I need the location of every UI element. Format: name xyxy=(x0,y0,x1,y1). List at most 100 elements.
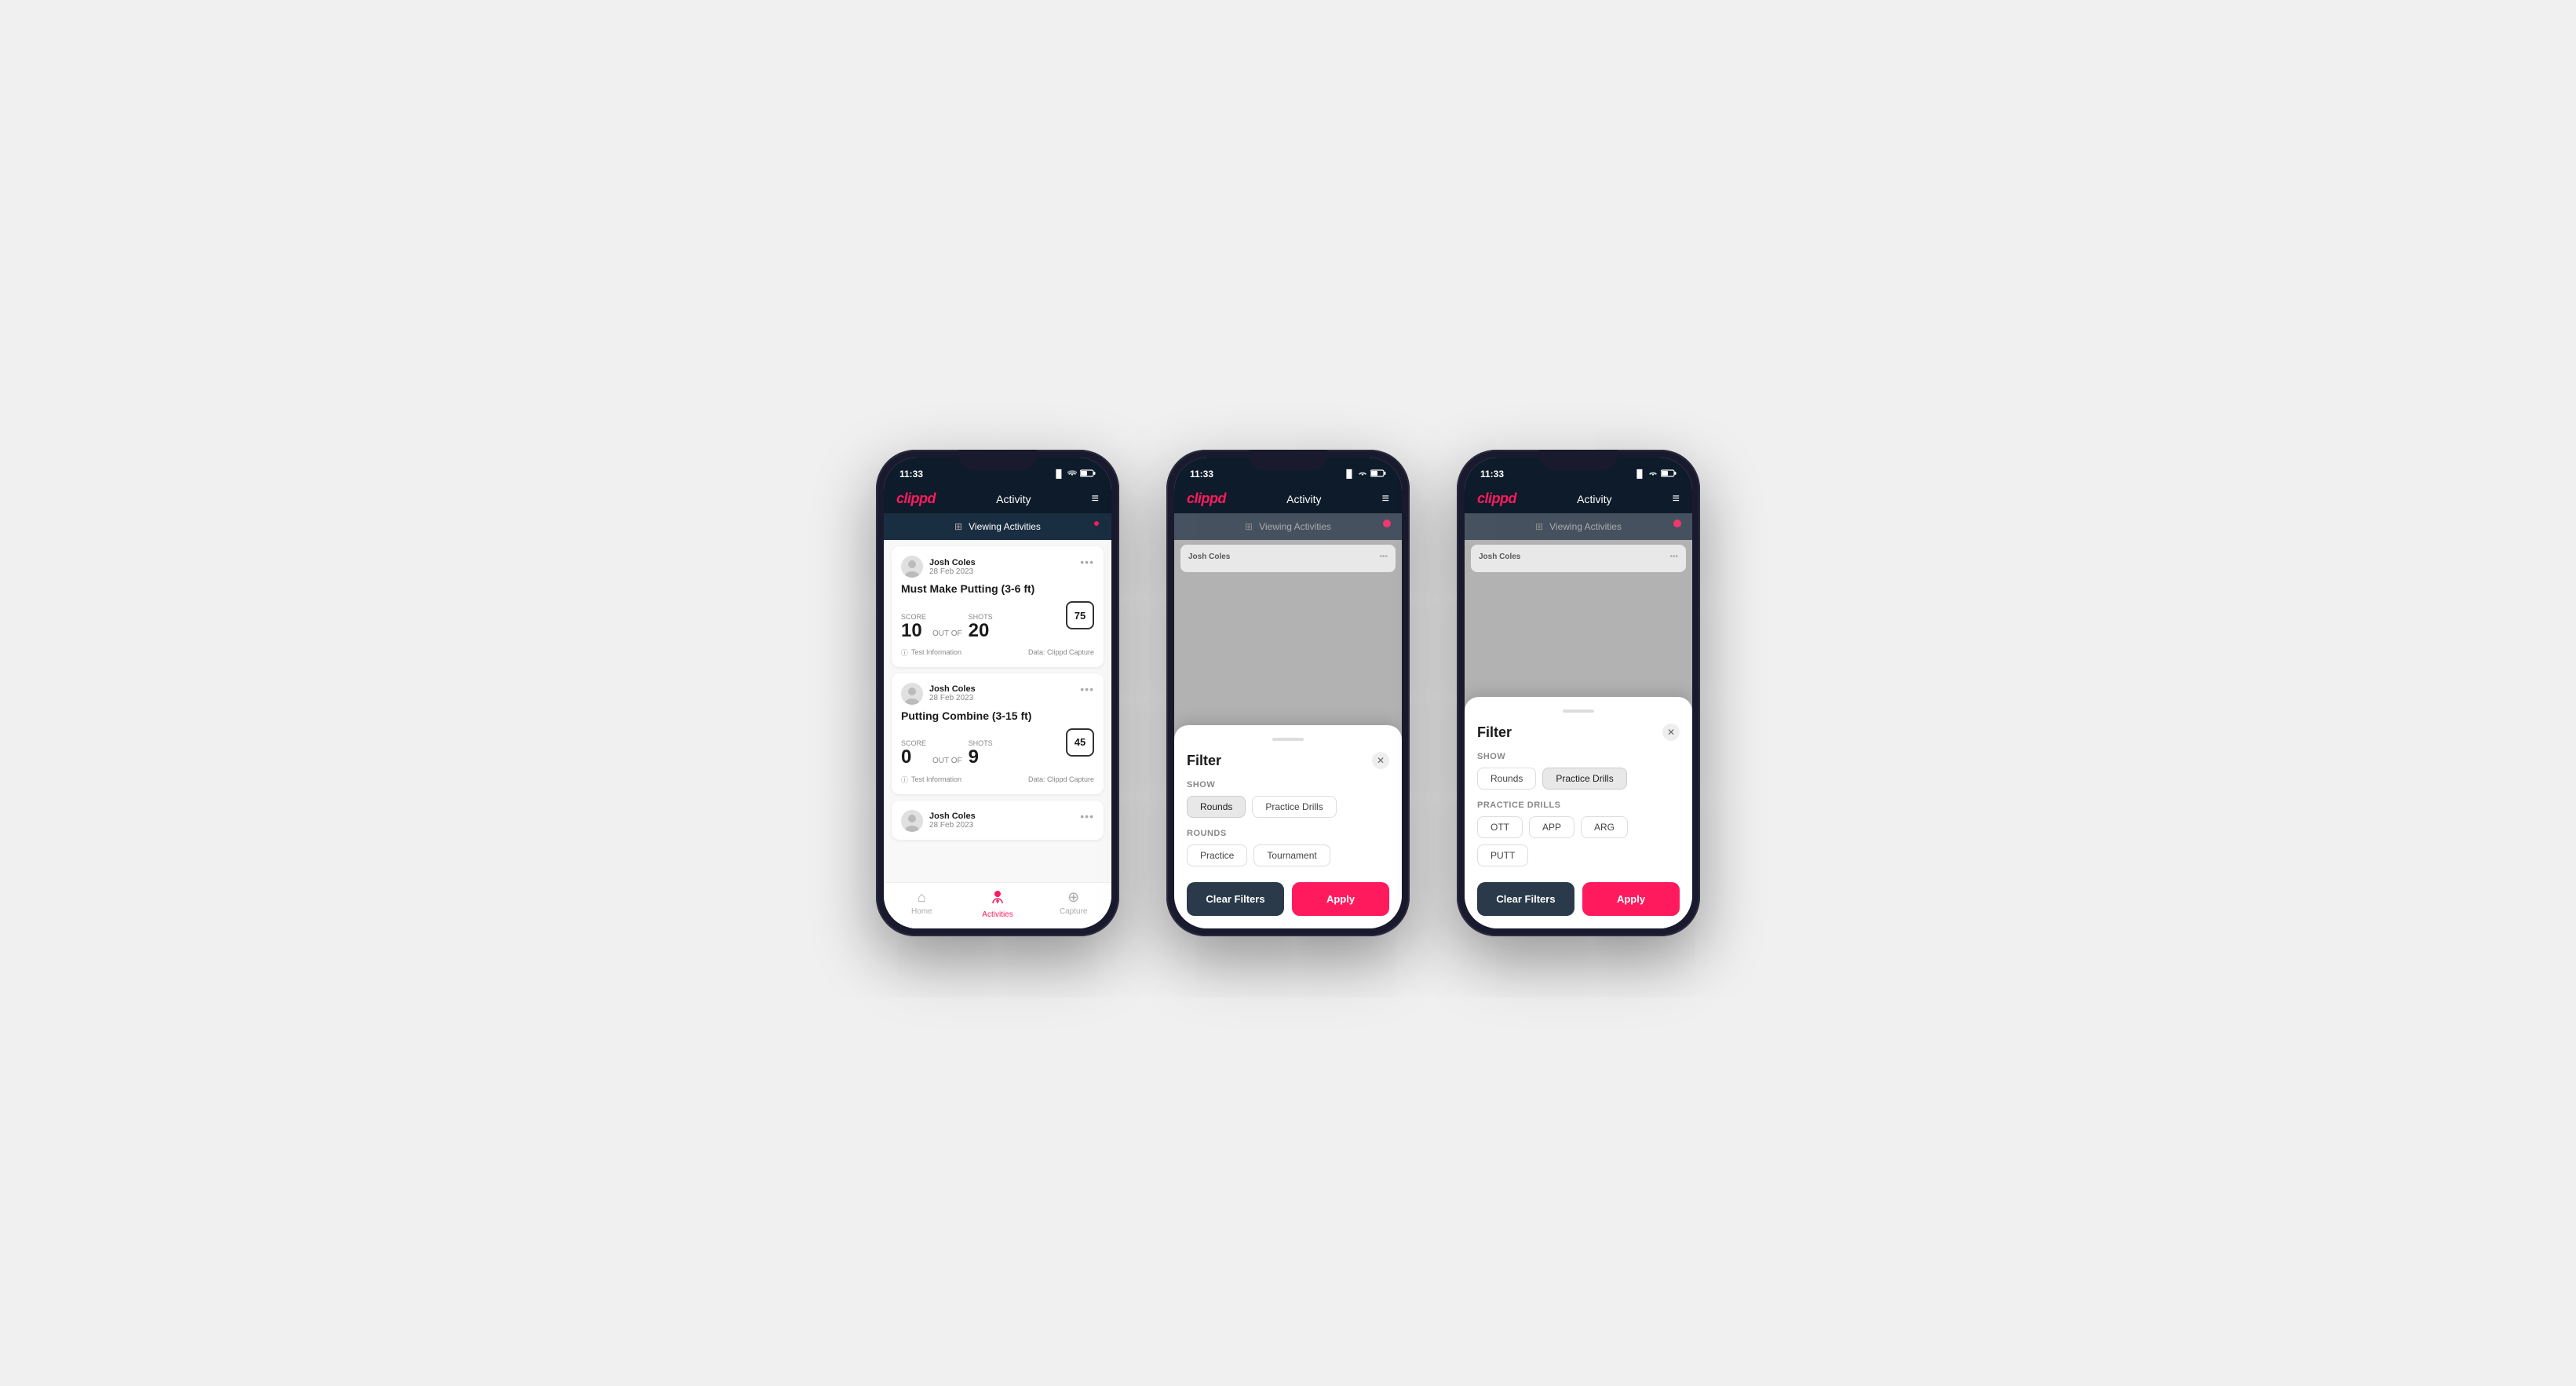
viewing-text-bg-3: Viewing Activities xyxy=(1549,521,1622,532)
filter-icon-1: ⊞ xyxy=(954,521,962,532)
phone-2: 11:33 ▐▌ clippd Activity ≡ xyxy=(1166,450,1410,936)
logo-2: clippd xyxy=(1187,491,1226,507)
activity-card-2[interactable]: Josh Coles 28 Feb 2023 ••• Putting Combi… xyxy=(892,673,1104,794)
nav-title-3: Activity xyxy=(1577,493,1611,505)
screen-1: 11:33 ▐▌ clippd Activity ≡ xyxy=(884,458,1111,928)
apply-button-3[interactable]: Apply xyxy=(1582,882,1680,916)
chip-putt-3[interactable]: PUTT xyxy=(1477,844,1528,866)
score-value-2: 0 xyxy=(901,747,926,768)
status-icons-1: ▐▌ xyxy=(1053,469,1096,480)
bottom-nav-1: ⌂ Home Activities ⊕ xyxy=(884,882,1111,928)
out-of-2: OUT OF xyxy=(932,757,962,765)
shot-quality-value-1: 75 xyxy=(1075,610,1085,622)
avatar-svg-3 xyxy=(901,810,923,832)
shot-quality-badge-2: 45 xyxy=(1066,728,1094,757)
chip-rounds-3[interactable]: Rounds xyxy=(1477,768,1536,790)
chip-app-3[interactable]: APP xyxy=(1529,816,1574,838)
chip-ott-3[interactable]: OTT xyxy=(1477,816,1523,838)
notification-dot-1 xyxy=(1093,520,1100,527)
score-group-1: Score 10 xyxy=(901,613,926,641)
filter-icon-3: ⊞ xyxy=(1535,521,1543,532)
chip-practice-2[interactable]: Practice xyxy=(1187,844,1247,866)
clear-filters-button-3[interactable]: Clear Filters xyxy=(1477,882,1574,916)
modal-footer-3: Clear Filters Apply xyxy=(1477,882,1680,916)
nav-bar-1: clippd Activity ≡ xyxy=(884,484,1111,513)
practice-drills-label-3: Practice Drills xyxy=(1477,801,1680,810)
show-chips-2: Rounds Practice Drills xyxy=(1187,796,1389,818)
activities-icon-1 xyxy=(990,889,1005,909)
bg-user-3: Josh Coles ••• xyxy=(1479,553,1678,561)
data-source-1: Data: Clippd Capture xyxy=(1028,648,1094,656)
signal-icon-1: ▐▌ xyxy=(1053,470,1064,479)
user-info-1: Josh Coles 28 Feb 2023 xyxy=(901,556,976,578)
more-dots-2[interactable]: ••• xyxy=(1080,683,1094,695)
out-of-1: OUT OF xyxy=(932,629,962,638)
modal-close-3[interactable]: ✕ xyxy=(1662,724,1680,741)
phone-3: 11:33 ▐▌ clippd Activity ≡ xyxy=(1457,450,1700,936)
activity-card-1[interactable]: Josh Coles 28 Feb 2023 ••• Must Make Put… xyxy=(892,546,1104,667)
avatar-svg-1 xyxy=(901,556,923,578)
shots-value-1: 20 xyxy=(969,621,993,641)
info-icon-1: ⓘ xyxy=(901,647,908,658)
wifi-icon-3 xyxy=(1648,469,1658,480)
capture-icon-1: ⊕ xyxy=(1067,889,1079,906)
menu-icon-2[interactable]: ≡ xyxy=(1382,492,1389,506)
phone-1: 11:33 ▐▌ clippd Activity ≡ xyxy=(876,450,1119,936)
dot-bg-2 xyxy=(1383,520,1391,527)
chip-arg-3[interactable]: ARG xyxy=(1581,816,1628,838)
activity-card-3[interactable]: Josh Coles 28 Feb 2023 ••• xyxy=(892,801,1104,840)
stats-row-1: Score 10 OUT OF Shots 20 75 xyxy=(901,601,1094,641)
show-chips-3: Rounds Practice Drills xyxy=(1477,768,1680,790)
modal-close-2[interactable]: ✕ xyxy=(1372,752,1389,769)
chip-rounds-2[interactable]: Rounds xyxy=(1187,796,1246,818)
activities-label-1: Activities xyxy=(982,910,1013,919)
score-value-1: 10 xyxy=(901,621,926,641)
screen-2: 11:33 ▐▌ clippd Activity ≡ xyxy=(1174,458,1402,928)
battery-icon-1 xyxy=(1080,469,1096,479)
modal-handle-2 xyxy=(1272,738,1304,741)
modal-header-3: Filter ✕ xyxy=(1477,724,1680,741)
bg-name-2: Josh Coles xyxy=(1188,553,1230,561)
nav-item-capture-1[interactable]: ⊕ Capture xyxy=(1035,889,1111,919)
card-footer-2: ⓘ Test Information Data: Clippd Capture xyxy=(901,775,1094,785)
home-icon-1: ⌂ xyxy=(918,889,926,906)
bg-name-3: Josh Coles xyxy=(1479,553,1520,561)
nav-title-1: Activity xyxy=(996,493,1031,505)
viewing-bar-1[interactable]: ⊞ Viewing Activities xyxy=(884,513,1111,540)
menu-icon-3[interactable]: ≡ xyxy=(1673,492,1680,506)
user-details-2: Josh Coles 28 Feb 2023 xyxy=(929,684,976,702)
bg-user-2: Josh Coles ••• xyxy=(1188,553,1388,561)
card-header-2: Josh Coles 28 Feb 2023 ••• xyxy=(901,683,1094,705)
user-date-2: 28 Feb 2023 xyxy=(929,694,976,702)
test-info-label-2: Test Information xyxy=(911,775,961,783)
bg-card-3: Josh Coles ••• xyxy=(1471,545,1686,572)
chip-practice-drills-2[interactable]: Practice Drills xyxy=(1252,796,1336,818)
status-icons-2: ▐▌ xyxy=(1344,469,1386,480)
status-icons-3: ▐▌ xyxy=(1634,469,1677,480)
activity-list-1[interactable]: Josh Coles 28 Feb 2023 ••• Must Make Put… xyxy=(884,540,1111,882)
more-dots-3[interactable]: ••• xyxy=(1080,810,1094,822)
wifi-icon-1 xyxy=(1067,469,1077,480)
modal-handle-3 xyxy=(1563,709,1594,713)
apply-button-2[interactable]: Apply xyxy=(1292,882,1389,916)
menu-icon-1[interactable]: ≡ xyxy=(1092,492,1099,506)
nav-item-activities-1[interactable]: Activities xyxy=(960,889,1036,919)
chip-practice-drills-3[interactable]: Practice Drills xyxy=(1542,768,1626,790)
stats-row-2: Score 0 OUT OF Shots 9 45 xyxy=(901,728,1094,768)
signal-icon-3: ▐▌ xyxy=(1634,470,1645,479)
chip-tournament-2[interactable]: Tournament xyxy=(1253,844,1330,866)
user-details-3: Josh Coles 28 Feb 2023 xyxy=(929,812,976,830)
user-info-2: Josh Coles 28 Feb 2023 xyxy=(901,683,976,705)
status-time-2: 11:33 xyxy=(1190,469,1213,480)
logo-3: clippd xyxy=(1477,491,1516,507)
filter-title-3: Filter xyxy=(1477,724,1512,741)
more-dots-1[interactable]: ••• xyxy=(1080,556,1094,568)
rounds-label-2: Rounds xyxy=(1187,829,1389,838)
status-time-1: 11:33 xyxy=(899,469,923,480)
shots-group-2: Shots 9 xyxy=(969,739,993,768)
nav-item-home-1[interactable]: ⌂ Home xyxy=(884,889,960,919)
user-details-1: Josh Coles 28 Feb 2023 xyxy=(929,558,976,576)
user-name-3: Josh Coles xyxy=(929,812,976,821)
clear-filters-button-2[interactable]: Clear Filters xyxy=(1187,882,1284,916)
info-icon-2: ⓘ xyxy=(901,775,908,785)
